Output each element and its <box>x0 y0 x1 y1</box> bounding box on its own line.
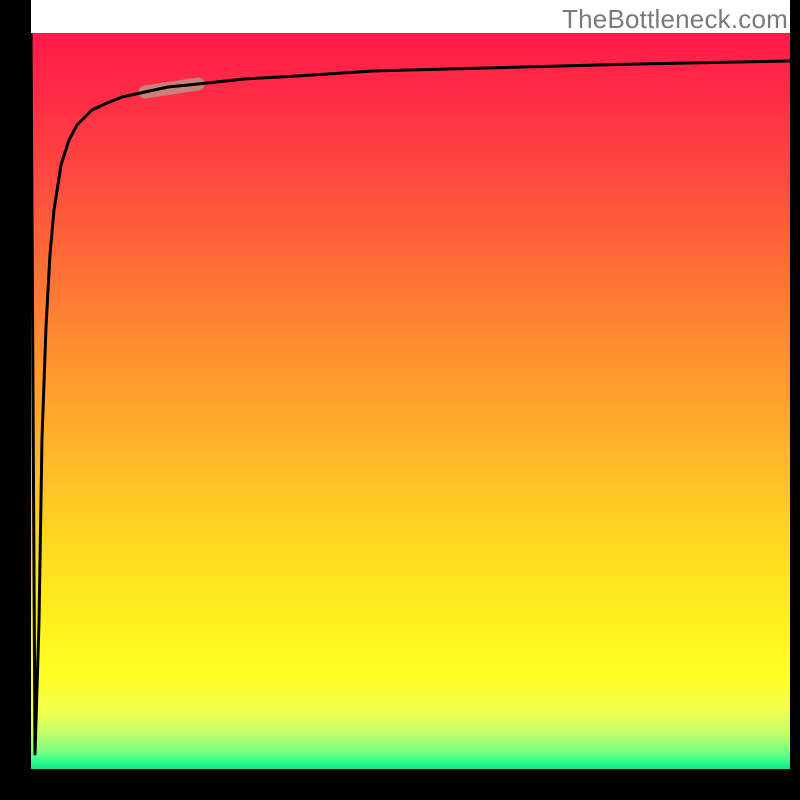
watermark-text: TheBottleneck.com <box>562 4 788 35</box>
chart-stage: TheBottleneck.com <box>0 0 800 800</box>
axes-frame <box>0 0 800 800</box>
